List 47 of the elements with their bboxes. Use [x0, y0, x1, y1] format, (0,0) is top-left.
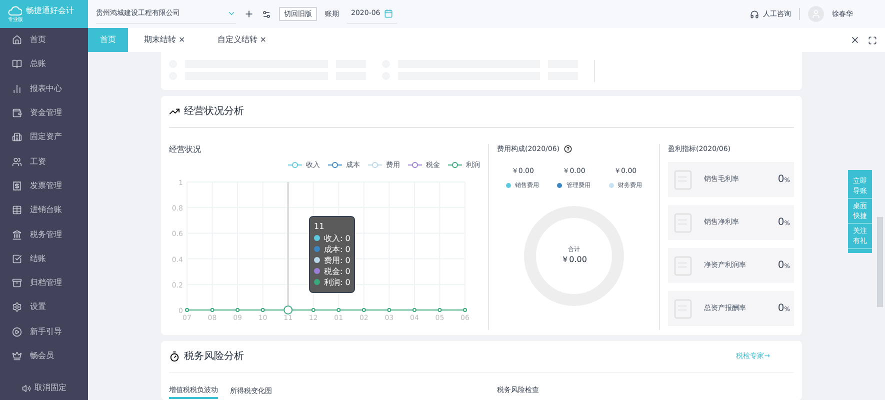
fullscreen-icon[interactable]	[868, 36, 877, 44]
speaker-icon	[22, 384, 30, 392]
menu-icon	[12, 326, 22, 337]
close-icon[interactable]	[850, 35, 860, 45]
cloud-icon	[8, 6, 22, 16]
menu-icon	[12, 302, 22, 312]
calendar-icon	[384, 9, 394, 18]
tab[interactable]: 期末结转 ×	[128, 28, 202, 52]
sidebar-item[interactable]: 工资	[0, 149, 88, 174]
menu-icon	[12, 278, 22, 288]
add-icon[interactable]	[244, 9, 254, 19]
menu-icon	[12, 205, 22, 216]
headset-icon	[750, 10, 759, 18]
chart-tooltip: 11 收入: 0 成本: 0 费用: 0 税金: 0 利润: 0	[309, 216, 356, 293]
clock-icon	[169, 350, 180, 362]
menu-icon	[12, 35, 22, 46]
sidebar-item[interactable]: 税务管理	[0, 222, 88, 247]
menu-icon	[12, 156, 22, 167]
sidebar-item[interactable]: 结账	[0, 246, 88, 271]
tab[interactable]: 自定义结转 ×	[201, 28, 282, 52]
menu-icon	[12, 108, 22, 118]
scrollbar[interactable]	[877, 217, 883, 307]
sidebar-item[interactable]: 归档管理	[0, 270, 88, 296]
unpin-button[interactable]: 取消固定	[0, 376, 88, 400]
menu-icon	[12, 230, 22, 240]
menu-icon	[12, 84, 22, 94]
sidebar-item[interactable]: 畅会员	[0, 344, 88, 368]
sidebar-item[interactable]: 资金管理	[0, 100, 88, 126]
sidebar-item[interactable]: 进销台账	[0, 198, 88, 222]
sidebar-item[interactable]: 发票管理	[0, 174, 88, 198]
sidebar-item[interactable]: 报表中心	[0, 76, 88, 101]
sidebar-item[interactable]: 固定资产	[0, 125, 88, 150]
sidebar-item[interactable]: 新手引导	[0, 320, 88, 344]
sidebar-item[interactable]: 首页	[0, 28, 88, 52]
section-title: 经营状况分析	[184, 104, 244, 119]
menu-icon	[12, 351, 22, 361]
help-icon[interactable]	[564, 144, 572, 153]
total-amount: ￥0.00	[561, 254, 587, 266]
chart-title: 经营状况	[169, 144, 201, 156]
sidebar-item[interactable]: 总账	[0, 52, 88, 77]
menu-icon	[12, 59, 22, 70]
sidebar-item[interactable]: 设置	[0, 295, 88, 320]
menu-icon	[12, 254, 22, 264]
section-title: 税务风险分析	[184, 350, 244, 364]
chevron-down-icon	[227, 9, 236, 18]
menu-icon	[12, 180, 22, 191]
menu-icon	[12, 132, 22, 142]
